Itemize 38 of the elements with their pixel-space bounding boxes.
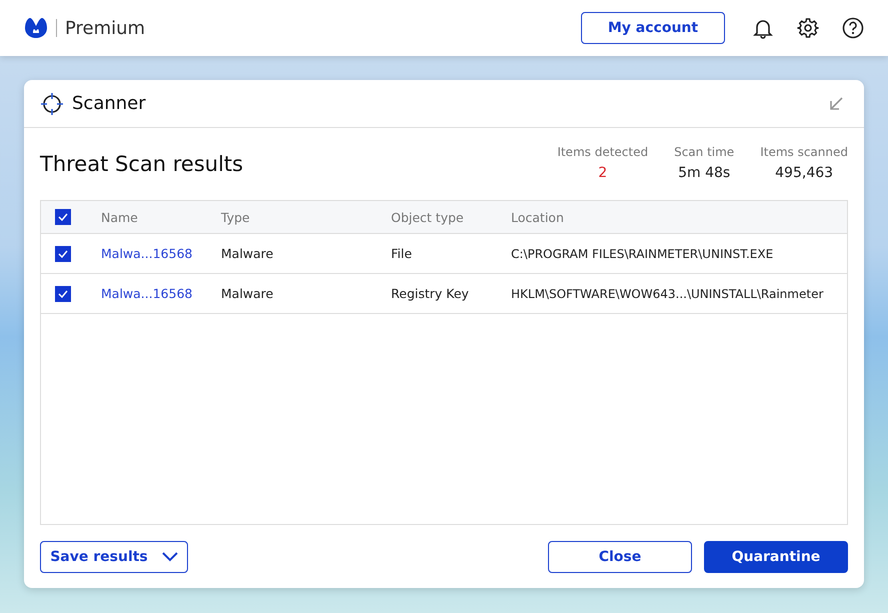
checkbox[interactable] <box>55 286 71 302</box>
stat-label: Items detected <box>557 145 648 159</box>
save-results-button[interactable]: Save results <box>40 541 188 573</box>
product-name: Premium <box>65 18 146 38</box>
minimize-arrow-icon[interactable] <box>828 96 844 112</box>
help-icon[interactable] <box>842 17 864 39</box>
column-header: Name <box>101 210 138 224</box>
column-header: Location <box>511 210 564 224</box>
checkmark-icon <box>58 290 68 298</box>
results-title: Threat Scan results <box>40 152 244 176</box>
settings-icon[interactable] <box>797 17 819 39</box>
stat-value: 495,463 <box>775 165 834 181</box>
column-header: Object type <box>391 210 464 224</box>
checkmark-icon <box>58 213 68 222</box>
bell-icon[interactable] <box>752 17 774 39</box>
table-cell: C:\PROGRAM FILES\RAINMETER\UNINST.EXE <box>511 247 774 261</box>
table-cell: Registry Key <box>391 286 469 301</box>
panel-title: Scanner <box>72 93 147 114</box>
close-button[interactable]: Close <box>548 541 692 573</box>
table-cell: Malware <box>221 246 274 261</box>
logo-icon <box>24 17 48 39</box>
checkbox[interactable] <box>55 209 71 226</box>
checkmark-icon <box>58 250 68 258</box>
column-header: Type <box>221 210 250 224</box>
my-account-button[interactable]: My account <box>581 12 725 44</box>
table-cell: HKLM\SOFTWARE\WOW643...\UNINSTALL\Rainmeter <box>511 287 824 301</box>
chevron-down-icon <box>162 552 178 562</box>
checkbox[interactable] <box>55 246 71 262</box>
threat-name-link[interactable]: Malwa...16568 <box>101 246 192 261</box>
quarantine-button[interactable]: Quarantine <box>704 541 848 573</box>
crosshair-icon <box>40 92 64 116</box>
stat-value: 5m 48s <box>678 165 730 181</box>
threat-name-link[interactable]: Malwa...16568 <box>101 286 192 301</box>
stat-value: 2 <box>598 165 608 181</box>
table-cell: File <box>391 246 412 261</box>
table-cell: Malware <box>221 286 274 301</box>
stat-label: Scan time <box>674 145 734 159</box>
stat-label: Items scanned <box>760 145 848 159</box>
